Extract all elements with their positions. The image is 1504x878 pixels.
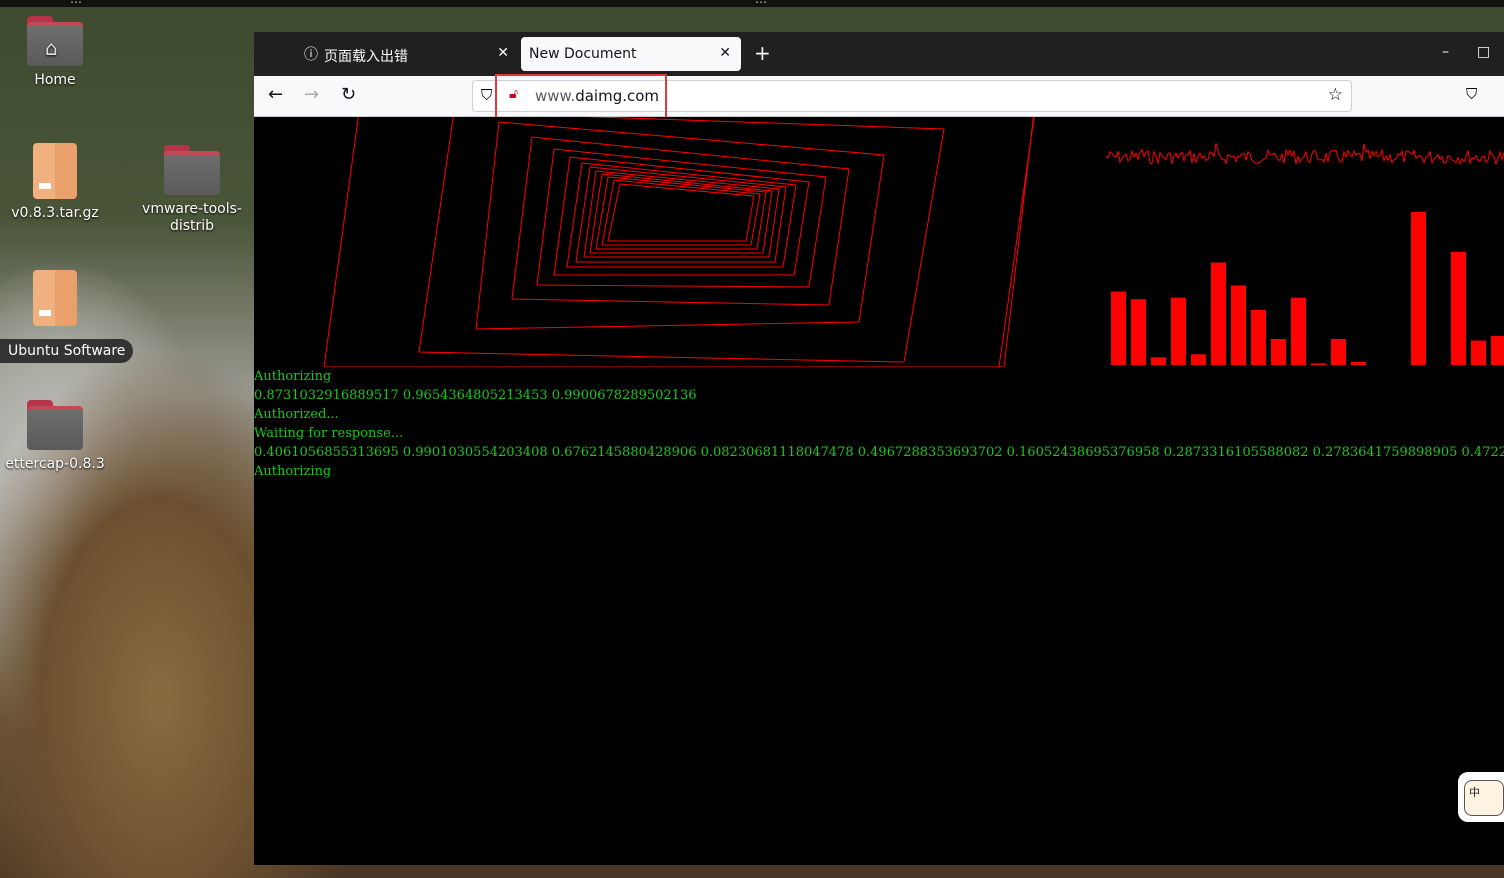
desktop-icon-vmware[interactable]: vmware-tools-distrib xyxy=(137,145,247,235)
tab-new-document[interactable]: New Document ✕ xyxy=(521,37,741,71)
frequency-bar xyxy=(1351,361,1366,365)
log-line: 0.4061056855313695 0.9901030554203408 0.… xyxy=(254,445,1504,460)
top-bar-left-text: … xyxy=(70,0,82,6)
frequency-bars xyxy=(1111,212,1504,365)
page-visualization xyxy=(323,117,1504,367)
frequency-bar xyxy=(1311,363,1326,365)
pocket-icon[interactable]: ⛉ xyxy=(1466,85,1477,103)
desktop-icon-label: vmware-tools-distrib xyxy=(142,201,242,234)
frequency-bar xyxy=(1171,297,1186,365)
log-line: Waiting for response... xyxy=(254,426,404,441)
forward-button[interactable]: → xyxy=(304,84,319,105)
tooltip: Ubuntu Software xyxy=(0,339,134,363)
frequency-bar xyxy=(1291,297,1306,365)
frequency-bar xyxy=(1411,212,1426,365)
log-line: Authorized... xyxy=(254,407,339,422)
frequency-bar xyxy=(1191,354,1206,365)
minimize-button[interactable]: – xyxy=(1442,44,1449,60)
archive-icon xyxy=(33,143,77,199)
frequency-bar xyxy=(1251,309,1266,365)
log-line: 0.8731032916889517 0.9654364805213453 0.… xyxy=(254,388,697,403)
page-content: Authorizing 0.8731032916889517 0.96543648… xyxy=(254,117,1504,865)
close-icon[interactable]: ✕ xyxy=(719,45,731,61)
audio-waveform xyxy=(1105,143,1504,166)
info-icon: ⓘ xyxy=(304,47,318,63)
reload-button[interactable]: ↻ xyxy=(341,84,356,105)
maximize-button[interactable]: □ xyxy=(1477,44,1490,60)
shield-icon[interactable]: ⛉ xyxy=(481,86,492,104)
system-top-bar: … … xyxy=(0,0,1504,7)
log-line: Authorizing xyxy=(254,464,332,479)
frequency-bar xyxy=(1131,299,1146,365)
tunnel-rect xyxy=(323,117,1034,367)
desktop-icon-label: ettercap-0.8.3 xyxy=(5,456,105,472)
frequency-bar xyxy=(1271,338,1286,365)
navigation-toolbar: ← → ↻ ⛉ 🔓︎ www.daimg.com ☆ ⛉ xyxy=(254,74,1504,126)
frequency-bar xyxy=(1491,335,1504,365)
home-folder-icon: ⌂ xyxy=(27,16,83,66)
tab-label: New Document xyxy=(529,46,637,62)
ime-icon: 中 xyxy=(1464,780,1504,816)
browser-window: ⓘ 页面载入出错 ✕ New Document ✕ + – □ ← → ↻ ⛉ … xyxy=(254,32,1504,865)
desktop-icon-label: Home xyxy=(34,72,76,88)
folder-icon xyxy=(27,400,83,450)
frequency-bar xyxy=(1331,338,1346,365)
tunnel-rectangles xyxy=(323,117,1035,367)
top-bar-clock: … xyxy=(755,0,767,6)
frequency-bar xyxy=(1451,251,1466,365)
tab-label: 页面载入出错 xyxy=(324,49,408,65)
bookmark-star-icon[interactable]: ☆ xyxy=(1328,85,1343,105)
close-icon[interactable]: ✕ xyxy=(497,45,509,61)
archive-icon xyxy=(33,270,77,326)
tunnel-rect xyxy=(607,183,755,242)
log-line: Authorizing xyxy=(254,369,332,384)
desktop-icon-archive-2[interactable] xyxy=(0,270,110,332)
desktop-icon-archive[interactable]: v0.8.3.tar.gz xyxy=(0,143,110,221)
input-method-indicator[interactable]: 中 xyxy=(1458,772,1504,822)
frequency-bar xyxy=(1151,357,1166,365)
back-button[interactable]: ← xyxy=(268,84,283,105)
folder-icon xyxy=(164,145,220,195)
new-tab-button[interactable]: + xyxy=(754,41,771,65)
frequency-bar xyxy=(1231,285,1246,365)
frequency-bar xyxy=(1211,262,1226,365)
tunnel-edge xyxy=(998,117,1035,367)
frequency-bar xyxy=(1111,291,1126,365)
desktop-icon-label: v0.8.3.tar.gz xyxy=(11,205,99,221)
tab-error-page[interactable]: ⓘ 页面载入出错 ✕ xyxy=(264,37,519,71)
desktop-icon-home[interactable]: ⌂ Home xyxy=(0,16,110,88)
desktop-icon-ettercap[interactable]: ettercap-0.8.3 xyxy=(0,400,110,472)
tab-bar: ⓘ 页面载入出错 ✕ New Document ✕ + – □ xyxy=(254,32,1504,76)
tunnel-rect xyxy=(475,121,885,330)
frequency-bar xyxy=(1471,340,1486,365)
